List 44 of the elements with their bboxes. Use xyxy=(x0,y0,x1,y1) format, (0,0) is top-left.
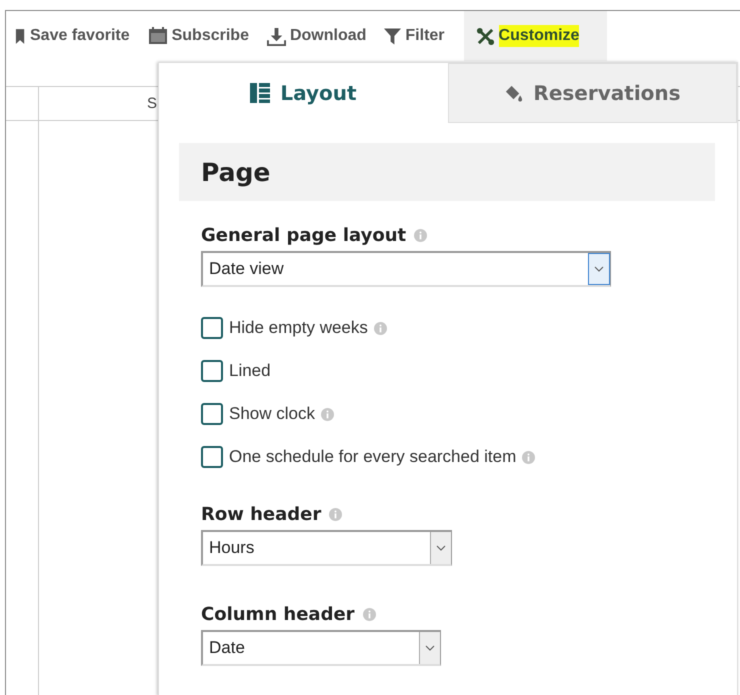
filter-icon xyxy=(384,27,402,45)
dropdown[interactable]: Date view xyxy=(201,251,611,287)
toolbar-label: Subscribe xyxy=(172,26,249,46)
checkbox[interactable] xyxy=(201,403,223,425)
info-icon xyxy=(362,608,376,621)
toolbar-button[interactable]: Subscribe xyxy=(144,11,264,61)
tab[interactable]: Layout xyxy=(159,63,448,123)
field-label: Column header xyxy=(201,604,355,625)
checkbox[interactable] xyxy=(201,446,223,468)
info-icon xyxy=(320,408,334,420)
bookmark-icon xyxy=(15,28,26,44)
chevron-down-icon xyxy=(425,645,435,651)
toolbar-label: Customize xyxy=(498,25,580,47)
checkbox[interactable] xyxy=(201,317,223,339)
info-icon xyxy=(414,229,428,242)
toolbar-button[interactable]: Customize xyxy=(464,11,608,61)
tools-icon xyxy=(476,26,495,46)
dropdown[interactable]: Date xyxy=(201,630,441,666)
tab[interactable]: Reservations xyxy=(448,63,737,123)
toolbar-button[interactable]: Filter xyxy=(381,11,460,61)
chevron-down-icon xyxy=(594,266,604,272)
toolbar-button[interactable]: Download xyxy=(264,11,382,61)
checkbox-label: Hide empty weeks xyxy=(229,318,368,338)
layout-icon xyxy=(250,83,270,103)
field-label: General page layout xyxy=(201,225,406,246)
info-icon xyxy=(374,322,387,334)
column-header: S xyxy=(147,95,158,112)
info-icon xyxy=(522,450,536,464)
paint-bucket-icon xyxy=(504,84,524,102)
info-icon xyxy=(329,508,342,521)
toolbar-button[interactable]: Save favorite xyxy=(12,11,145,61)
download-icon xyxy=(266,26,286,46)
field-label: Row header xyxy=(201,504,322,525)
calendar-icon xyxy=(148,27,168,45)
toolbar-label: Filter xyxy=(405,26,445,46)
section-title: Page xyxy=(201,158,270,186)
toolbar-label: Save favorite xyxy=(30,26,130,46)
toolbar-label: Download xyxy=(290,26,366,46)
chevron-down-icon xyxy=(436,545,446,551)
checkbox[interactable] xyxy=(201,360,223,382)
checkbox-label: Show clock xyxy=(229,404,315,424)
dropdown[interactable]: Hours xyxy=(201,530,452,566)
checkbox-label: Lined xyxy=(229,361,271,381)
checkbox-label: One schedule for every searched item xyxy=(229,447,516,467)
